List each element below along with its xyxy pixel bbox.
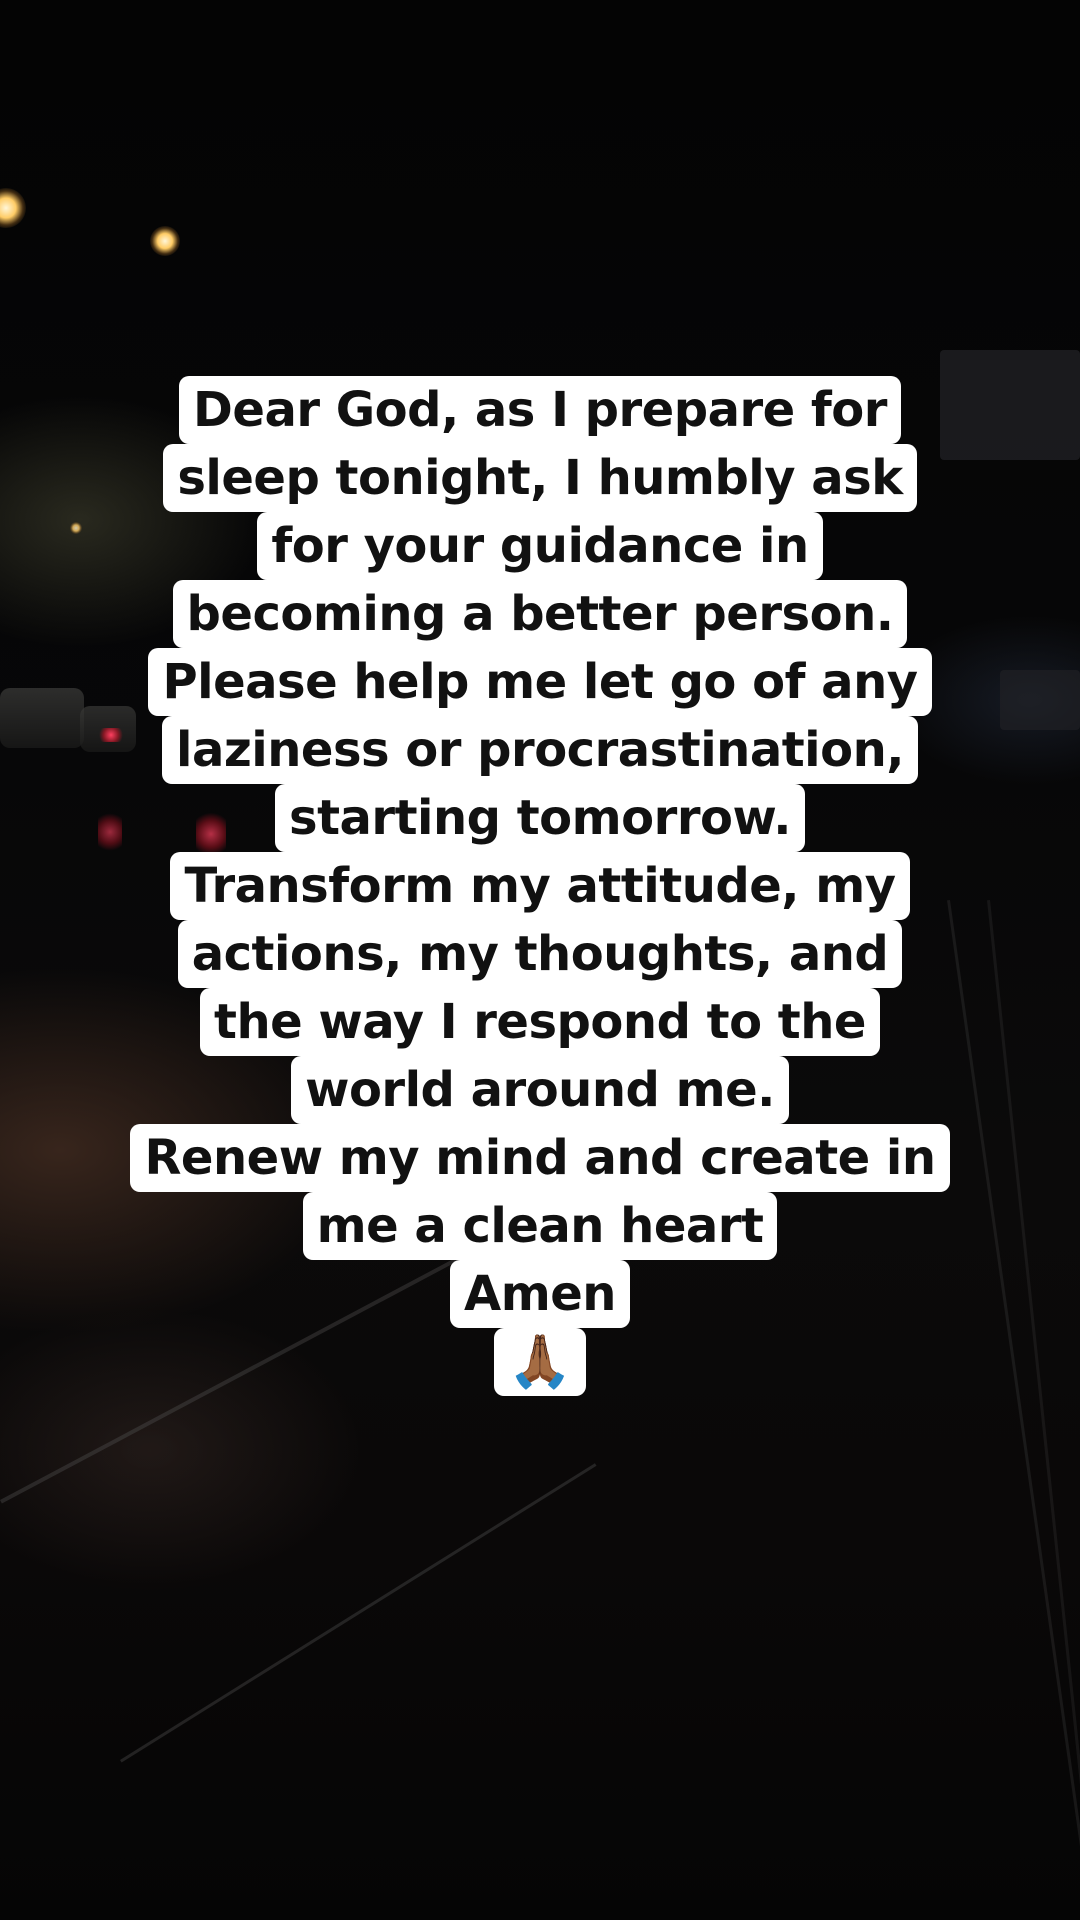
- caption-line: becoming a better person.: [172, 580, 908, 648]
- caption-line: Dear God, as I prepare for: [179, 376, 901, 444]
- caption-line: starting tomorrow.: [275, 784, 805, 852]
- caption-line: Transform my attitude, my: [170, 852, 910, 920]
- caption-line: actions, my thoughts, and: [177, 920, 903, 988]
- prayer-caption: Dear God, as I prepare for sleep tonight…: [0, 376, 1080, 1396]
- video-frame: ⌃ Dear God, as I prepare for sleep tonig…: [0, 0, 1080, 1920]
- caption-line: for your guidance in: [257, 512, 823, 580]
- street-lamp-center: [150, 226, 180, 256]
- praying-hands-icon: 🙏🏾: [493, 1328, 587, 1396]
- caption-line: the way I respond to the: [200, 988, 880, 1056]
- caption-line: sleep tonight, I humbly ask: [163, 444, 917, 512]
- caption-line: laziness or procrastination,: [161, 716, 918, 784]
- caption-line: Renew my mind and create in: [130, 1124, 950, 1192]
- caption-line: Please help me let go of any: [148, 648, 932, 716]
- caption-line: world around me.: [291, 1056, 789, 1124]
- street-lamp-left: [0, 188, 26, 228]
- caption-line: me a clean heart: [302, 1192, 778, 1260]
- caption-line-amen: Amen: [450, 1260, 630, 1328]
- road-edge-line-2: [120, 1463, 597, 1763]
